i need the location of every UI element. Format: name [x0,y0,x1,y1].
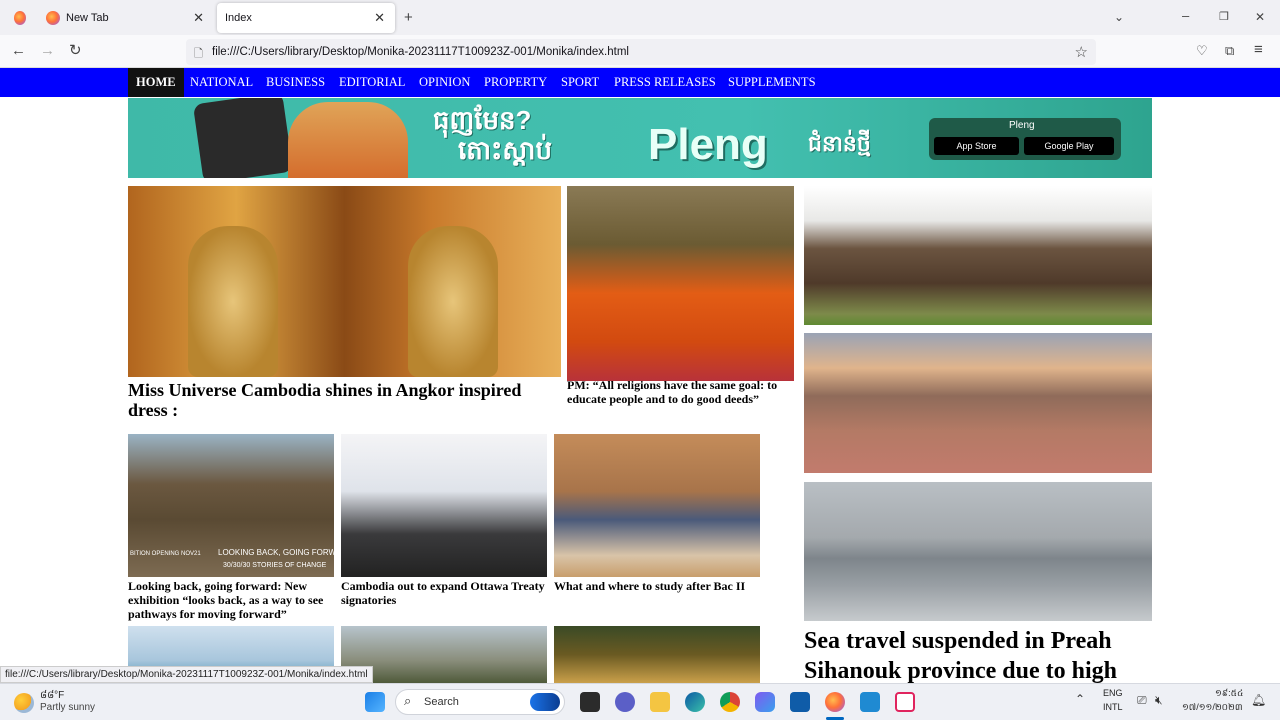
conference-photo[interactable] [554,434,760,577]
nav-supplements[interactable]: SUPPLEMENTS [728,68,816,97]
exhibit-title-text: LOOKING BACK, GOING FORWA [218,548,334,557]
close-tab-icon[interactable]: ✕ [193,10,204,26]
phone-graphic [192,98,294,178]
nav-opinion[interactable]: OPINION [419,68,470,97]
reload-icon[interactable]: ↻ [69,43,82,59]
task-view-icon[interactable] [580,692,600,712]
bookmark-star-icon[interactable]: ☆ [1075,43,1088,61]
teams-chat-icon[interactable] [615,692,635,712]
looking-back-headline[interactable]: Looking back, going forward: New exhibit… [128,579,334,621]
weather-icon[interactable] [14,693,34,713]
bing-icon [530,693,560,711]
new-tab-plus-icon[interactable]: + [404,10,413,26]
browser-navigation-bar: ← → ↻ 🗋 file:///C:/Users/library/Desktop… [0,35,1280,68]
app-download-box: Pleng App Store Google Play [929,118,1121,160]
store-icon[interactable] [790,692,810,712]
show-hidden-icons-chevron[interactable]: ⌃ [1075,692,1085,706]
stormy-sea-photo[interactable] [804,482,1152,621]
phnom-penh-skyline-photo[interactable] [804,333,1152,473]
angkor-temple-photo[interactable] [804,186,1152,325]
list-tabs-chevron-icon[interactable]: ⌄ [1114,9,1124,25]
tab-label: Index [225,12,252,24]
search-placeholder: Search [424,696,459,708]
windows-taskbar: ៨៨°F Partly sunny ⌕ Search ⌃ ENG INTL ⎚ … [0,683,1280,720]
nav-home[interactable]: HOME [128,68,184,97]
site-main-nav: HOME NATIONAL BUSINESS EDITORIAL OPINION… [0,68,1280,97]
firefox-view-button[interactable] [4,3,32,33]
url-text: file:///C:/Users/library/Desktop/Monika-… [212,46,629,58]
study-headline[interactable]: What and where to study after Bac II [554,579,760,593]
network-icon[interactable]: ⎚ [1137,693,1147,708]
page-file-icon: 🗋 [194,48,203,60]
tab-index[interactable]: Index ✕ [217,3,395,33]
app-label: Pleng [1009,120,1035,131]
forward-arrow-icon[interactable]: → [40,43,55,59]
clock-time[interactable]: ១៩:៥៤ [1215,688,1243,701]
back-arrow-icon[interactable]: ← [11,43,26,59]
extensions-icon[interactable]: ⧉ [1225,43,1234,59]
weather-temp: ៨៨°F [40,690,65,701]
banner-brand: Pleng [648,120,768,169]
gold-dress-figure [188,226,278,377]
firefox-taskbar-icon[interactable] [825,692,845,712]
ottawa-headline[interactable]: Cambodia out to expand Ottawa Treaty sig… [341,579,547,607]
snipping-tool-icon[interactable] [895,692,915,712]
exhibit-subtitle-text: 30/30/30 STORIES OF CHANGE [223,562,327,569]
clock-date[interactable]: ១៧/១១/២០២៣ [1182,702,1243,715]
sea-travel-headline[interactable]: Sea travel suspended in Preah Sihanouk p… [804,626,1152,686]
menu-hamburger-icon[interactable]: ≡ [1254,42,1263,58]
app-store-badge[interactable]: App Store [934,137,1019,155]
restore-icon[interactable]: ❐ [1219,9,1229,25]
nav-property[interactable]: PROPERTY [484,68,547,97]
window-close-icon[interactable]: ✕ [1255,9,1265,25]
firefox-icon [14,11,26,25]
pocket-icon[interactable]: ♡ [1196,43,1208,59]
vscode-icon[interactable] [860,692,880,712]
address-bar[interactable]: 🗋 file:///C:/Users/library/Desktop/Monik… [186,39,1096,65]
search-icon: ⌕ [404,693,412,708]
close-tab-icon[interactable]: ✕ [374,10,385,26]
edge-icon[interactable] [685,692,705,712]
file-explorer-icon[interactable] [650,692,670,712]
nav-sport[interactable]: SPORT [561,68,599,97]
main-story-headline[interactable]: Miss Universe Cambodia shines in Angkor … [128,380,561,420]
nav-business[interactable]: BUSINESS [266,68,325,97]
nav-press-releases[interactable]: PRESS RELEASES [614,68,716,97]
monks-ceremony-photo[interactable] [567,186,794,381]
gold-dress-figure [408,226,498,377]
miss-universe-photo[interactable] [128,186,561,377]
banner-khmer-tail: ជំនាន់ថ្មី [808,131,871,156]
taskbar-search-box[interactable]: ⌕ Search [395,689,565,715]
exhibit-opening-text: BITION OPENING NOV21 [130,551,201,557]
input-layout[interactable]: INTL [1103,702,1123,712]
google-play-badge[interactable]: Google Play [1024,137,1114,155]
volume-muted-icon[interactable]: 🔇︎ [1155,693,1163,708]
minimize-icon[interactable]: – [1182,8,1189,24]
input-lang[interactable]: ENG [1103,688,1123,698]
pm-story-headline[interactable]: PM: “All religions have the same goal: t… [567,378,795,406]
notifications-bell-icon[interactable]: 🔔︎ [1251,693,1266,707]
browser-tab-bar: New Tab ✕ Index ✕ + ⌄ – ❐ ✕ [0,0,1280,35]
chrome-icon[interactable] [720,692,740,712]
pleng-banner-ad[interactable]: ធុញមែន? តោះស្តាប់ Pleng ជំនាន់ថ្មី Pleng… [128,98,1152,178]
nav-national[interactable]: NATIONAL [190,68,253,97]
artist-figure [288,102,408,178]
copilot-icon[interactable] [755,692,775,712]
banner-khmer-sub: តោះស្តាប់ [458,135,552,165]
tab-new-tab[interactable]: New Tab ✕ [36,3,214,33]
firefox-icon [46,11,60,25]
tab-label: New Tab [66,12,109,24]
nav-editorial[interactable]: EDITORIAL [339,68,405,97]
apsara-dancers-photo[interactable] [554,626,760,683]
windows-start-icon[interactable] [365,692,385,712]
ottawa-treaty-photo[interactable] [341,434,547,577]
weather-desc: Partly sunny [40,702,96,713]
link-status-bar: file:///C:/Users/library/Desktop/Monika-… [0,666,373,683]
exhibition-photo[interactable]: BITION OPENING NOV21 LOOKING BACK, GOING… [128,434,334,577]
